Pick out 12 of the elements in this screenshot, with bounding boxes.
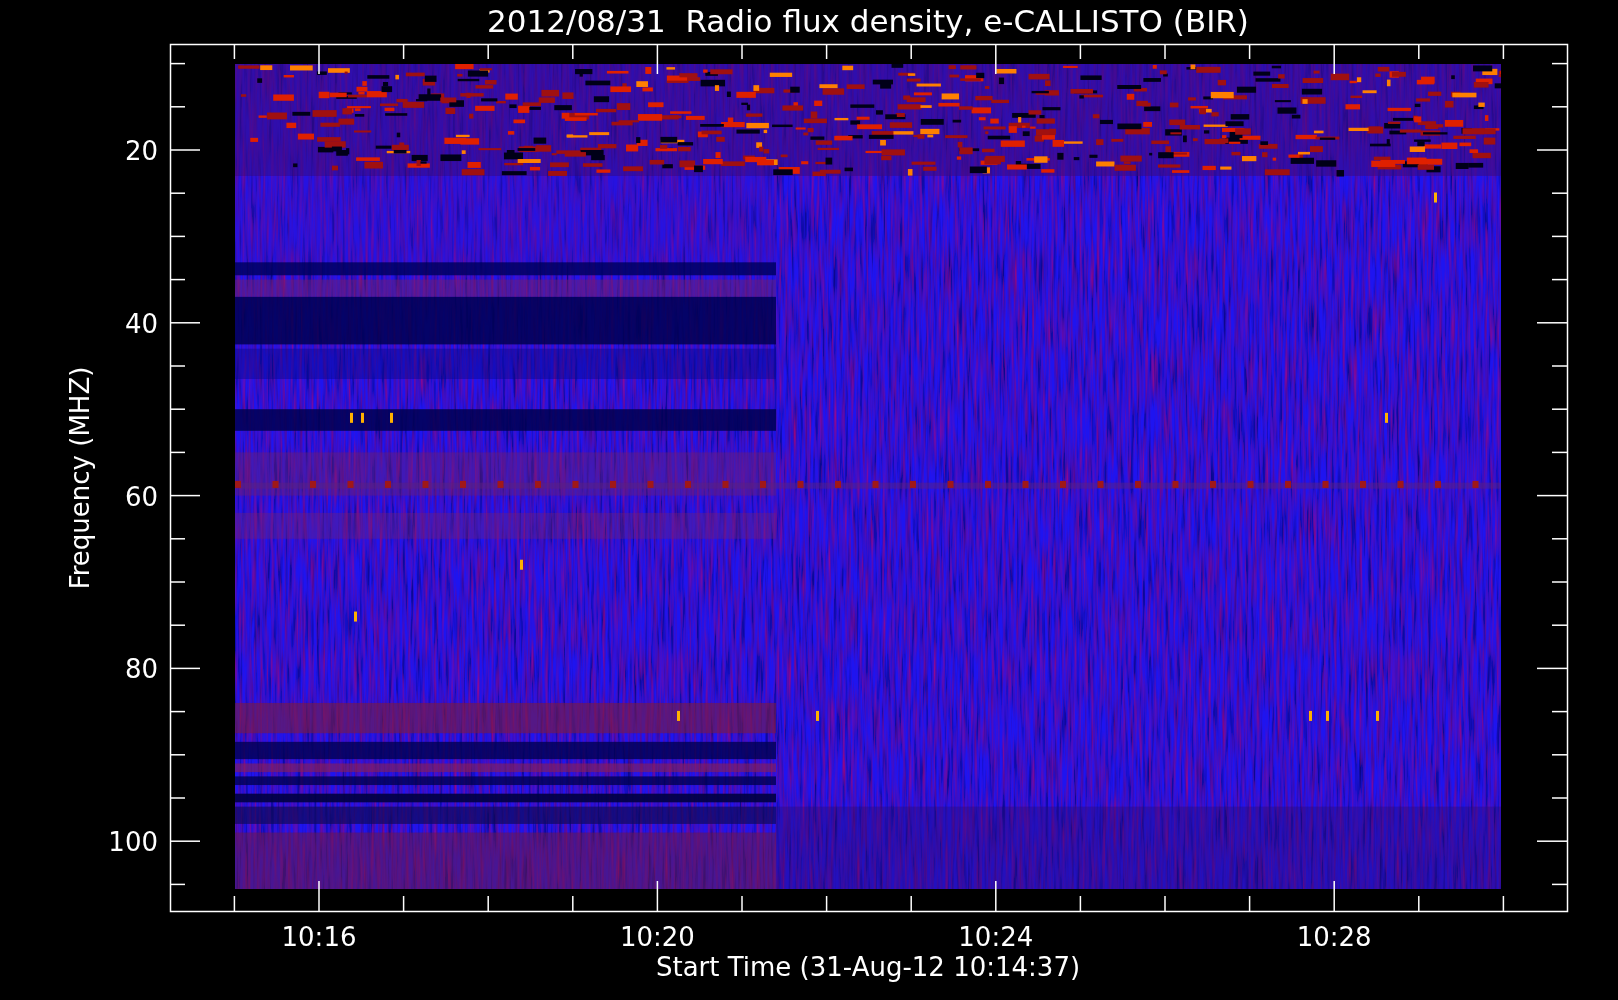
y-tick-label: 100 — [108, 827, 158, 858]
y-tick-label: 20 — [124, 136, 158, 166]
x-tick-label: 10:24 — [958, 922, 1034, 952]
x-tick-label: 10:20 — [619, 922, 695, 952]
y-tick-label: 80 — [124, 654, 158, 685]
chart-title: 2012/08/31 Radio flux density, e-CALLISTO (BIR) — [487, 3, 1249, 39]
x-tick-label: 10:16 — [281, 922, 357, 952]
y-axis-label: Frequency (MHZ) — [65, 366, 95, 590]
x-tick-label: 10:28 — [1296, 922, 1372, 952]
x-axis-label: Start Time (31-Aug-12 10:14:37) — [655, 952, 1081, 982]
y-tick-label: 60 — [124, 481, 158, 512]
y-tick-label: 40 — [124, 308, 158, 339]
